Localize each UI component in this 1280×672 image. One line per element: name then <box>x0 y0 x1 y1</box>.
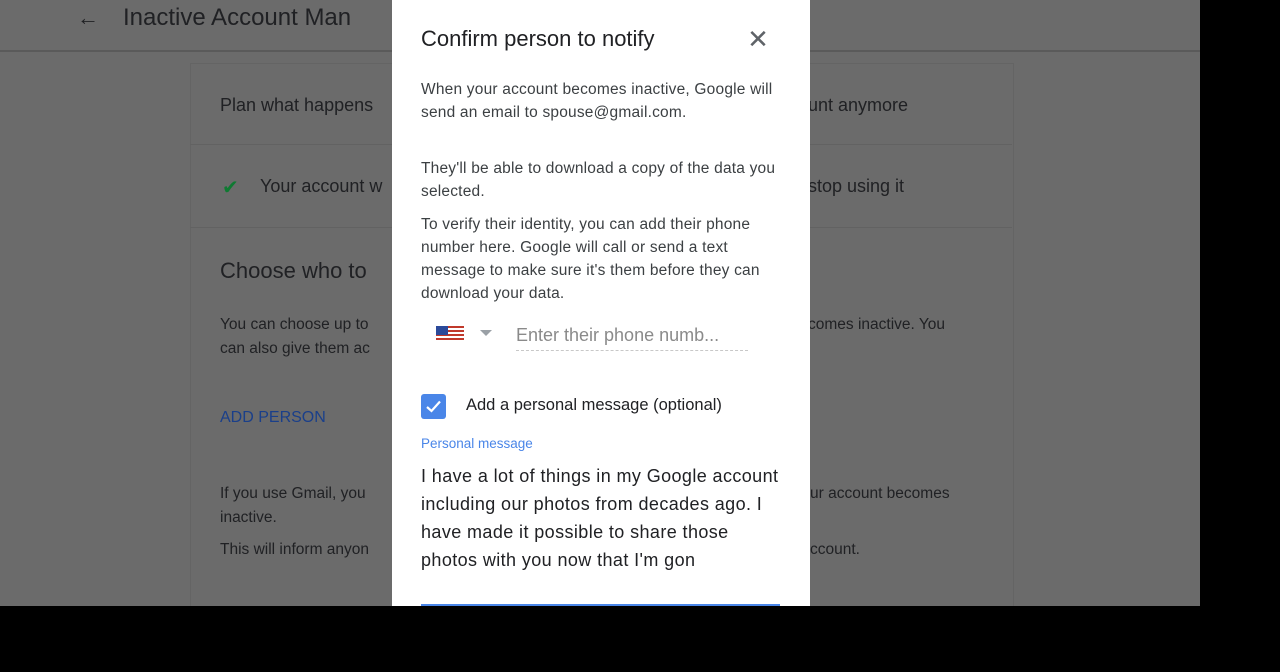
dialog-paragraph-download: They'll be able to download a copy of th… <box>421 160 776 200</box>
back-arrow-icon[interactable]: ← <box>76 6 100 30</box>
personal-message-label: Personal message <box>421 436 533 451</box>
personal-message-checkbox-label[interactable]: Add a personal message (optional) <box>466 396 722 415</box>
plan-row-text: Plan what happens <box>220 95 374 115</box>
choose-description: You can choose up to <box>220 316 369 333</box>
add-person-button[interactable]: ADD PERSON <box>220 409 326 427</box>
personal-message-textarea[interactable]: I have a lot of things in my Google acco… <box>421 462 780 606</box>
checkmark-icon <box>426 400 441 413</box>
us-flag-icon[interactable] <box>436 326 464 342</box>
account-row-text-tail: stop using it <box>808 176 905 196</box>
gmail-text: If you use Gmail, you <box>220 485 366 502</box>
chevron-down-icon[interactable] <box>480 330 492 336</box>
choose-description-tail: comes inactive. You <box>808 316 946 333</box>
close-icon[interactable]: ✕ <box>744 25 772 53</box>
inform-text-tail: ccount. <box>810 541 860 558</box>
personal-message-checkbox[interactable] <box>421 394 446 419</box>
dialog-title: Confirm person to notify <box>421 26 655 51</box>
dialog-paragraph-email: When your account becomes inactive, Goog… <box>421 81 773 121</box>
choose-description-line2: can also give them ac <box>220 340 370 357</box>
checkmark-icon: ✔ <box>222 177 239 199</box>
inform-text: This will inform anyon <box>220 541 370 558</box>
plan-row-text-tail: unt anymore <box>808 95 909 115</box>
account-row-text: Your account w <box>260 176 383 196</box>
gmail-text-line2: inactive. <box>220 509 277 526</box>
choose-heading: Choose who to <box>220 258 367 283</box>
gmail-text-tail: ur account becomes <box>810 485 950 502</box>
dialog-paragraph-verify: To verify their identity, you can add th… <box>421 216 760 302</box>
page-title: Inactive Account Man <box>123 4 352 31</box>
phone-number-input[interactable] <box>516 320 748 351</box>
confirm-dialog: Confirm person to notify ✕ When your acc… <box>392 0 810 606</box>
